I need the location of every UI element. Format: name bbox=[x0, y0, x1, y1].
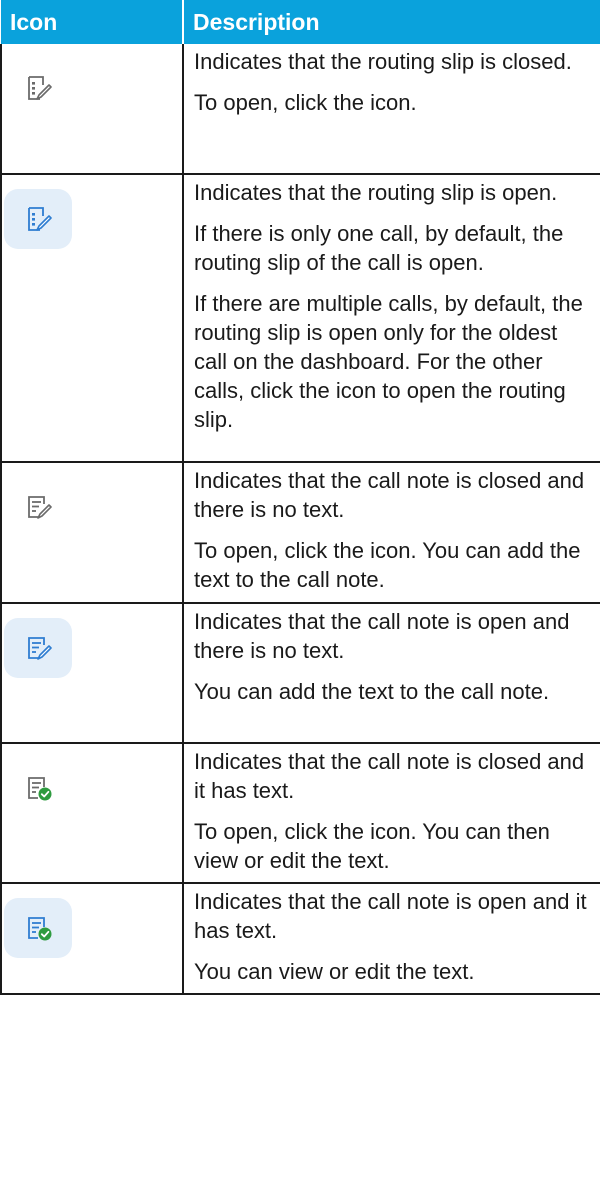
table-row: Indicates that the call note is open and… bbox=[0, 602, 600, 744]
table-row: Indicates that the call note is closed a… bbox=[0, 742, 600, 884]
table-row: Indicates that the call note is closed a… bbox=[0, 461, 600, 604]
description-cell: Indicates that the routing slip is open.… bbox=[182, 173, 600, 463]
icon-cell bbox=[0, 602, 184, 744]
description-text: To open, click the icon. You can then vi… bbox=[194, 819, 550, 873]
table-row: Indicates that the routing slip is close… bbox=[0, 44, 600, 175]
table-header-row: Icon Description bbox=[1, 0, 600, 44]
icon-description-table: Icon Description Indicates that the rout… bbox=[0, 0, 600, 995]
icon-cell bbox=[0, 461, 184, 604]
description-text: If there is only one call, by default, t… bbox=[194, 221, 564, 275]
description-cell: Indicates that the call note is closed a… bbox=[182, 461, 600, 604]
call-note-closed-empty-icon[interactable] bbox=[4, 477, 72, 537]
description-text: You can view or edit the text. bbox=[194, 959, 475, 984]
description-cell: Indicates that the call note is open and… bbox=[182, 882, 600, 995]
icon-cell bbox=[0, 44, 184, 175]
table-row: Indicates that the call note is open and… bbox=[0, 882, 600, 995]
description-text: If there are multiple calls, by default,… bbox=[194, 291, 583, 432]
call-note-open-text-icon[interactable] bbox=[4, 898, 72, 958]
description-column-header: Description bbox=[183, 0, 600, 44]
description-text: Indicates that the call note is closed a… bbox=[194, 468, 585, 522]
routing-slip-closed-icon[interactable] bbox=[4, 58, 72, 118]
icon-cell bbox=[0, 173, 184, 463]
description-text: To open, click the icon. You can add the… bbox=[194, 538, 581, 592]
routing-slip-open-icon[interactable] bbox=[4, 189, 72, 249]
description-text: Indicates that the call note is open and… bbox=[194, 609, 570, 663]
icon-cell bbox=[0, 882, 184, 995]
call-note-open-empty-icon[interactable] bbox=[4, 618, 72, 678]
icon-cell bbox=[0, 742, 184, 884]
description-text: Indicates that the call note is closed a… bbox=[194, 749, 585, 803]
description-text: To open, click the icon. bbox=[194, 90, 417, 115]
description-cell: Indicates that the routing slip is close… bbox=[182, 44, 600, 175]
description-text: Indicates that the routing slip is open. bbox=[194, 180, 558, 205]
table-row: Indicates that the routing slip is open.… bbox=[0, 173, 600, 463]
description-text: You can add the text to the call note. bbox=[194, 679, 550, 704]
call-note-closed-text-icon[interactable] bbox=[4, 758, 72, 818]
description-cell: Indicates that the call note is closed a… bbox=[182, 742, 600, 884]
description-text: Indicates that the routing slip is close… bbox=[194, 49, 572, 74]
description-cell: Indicates that the call note is open and… bbox=[182, 602, 600, 744]
icon-column-header: Icon bbox=[1, 0, 184, 44]
description-text: Indicates that the call note is open and… bbox=[194, 889, 587, 943]
